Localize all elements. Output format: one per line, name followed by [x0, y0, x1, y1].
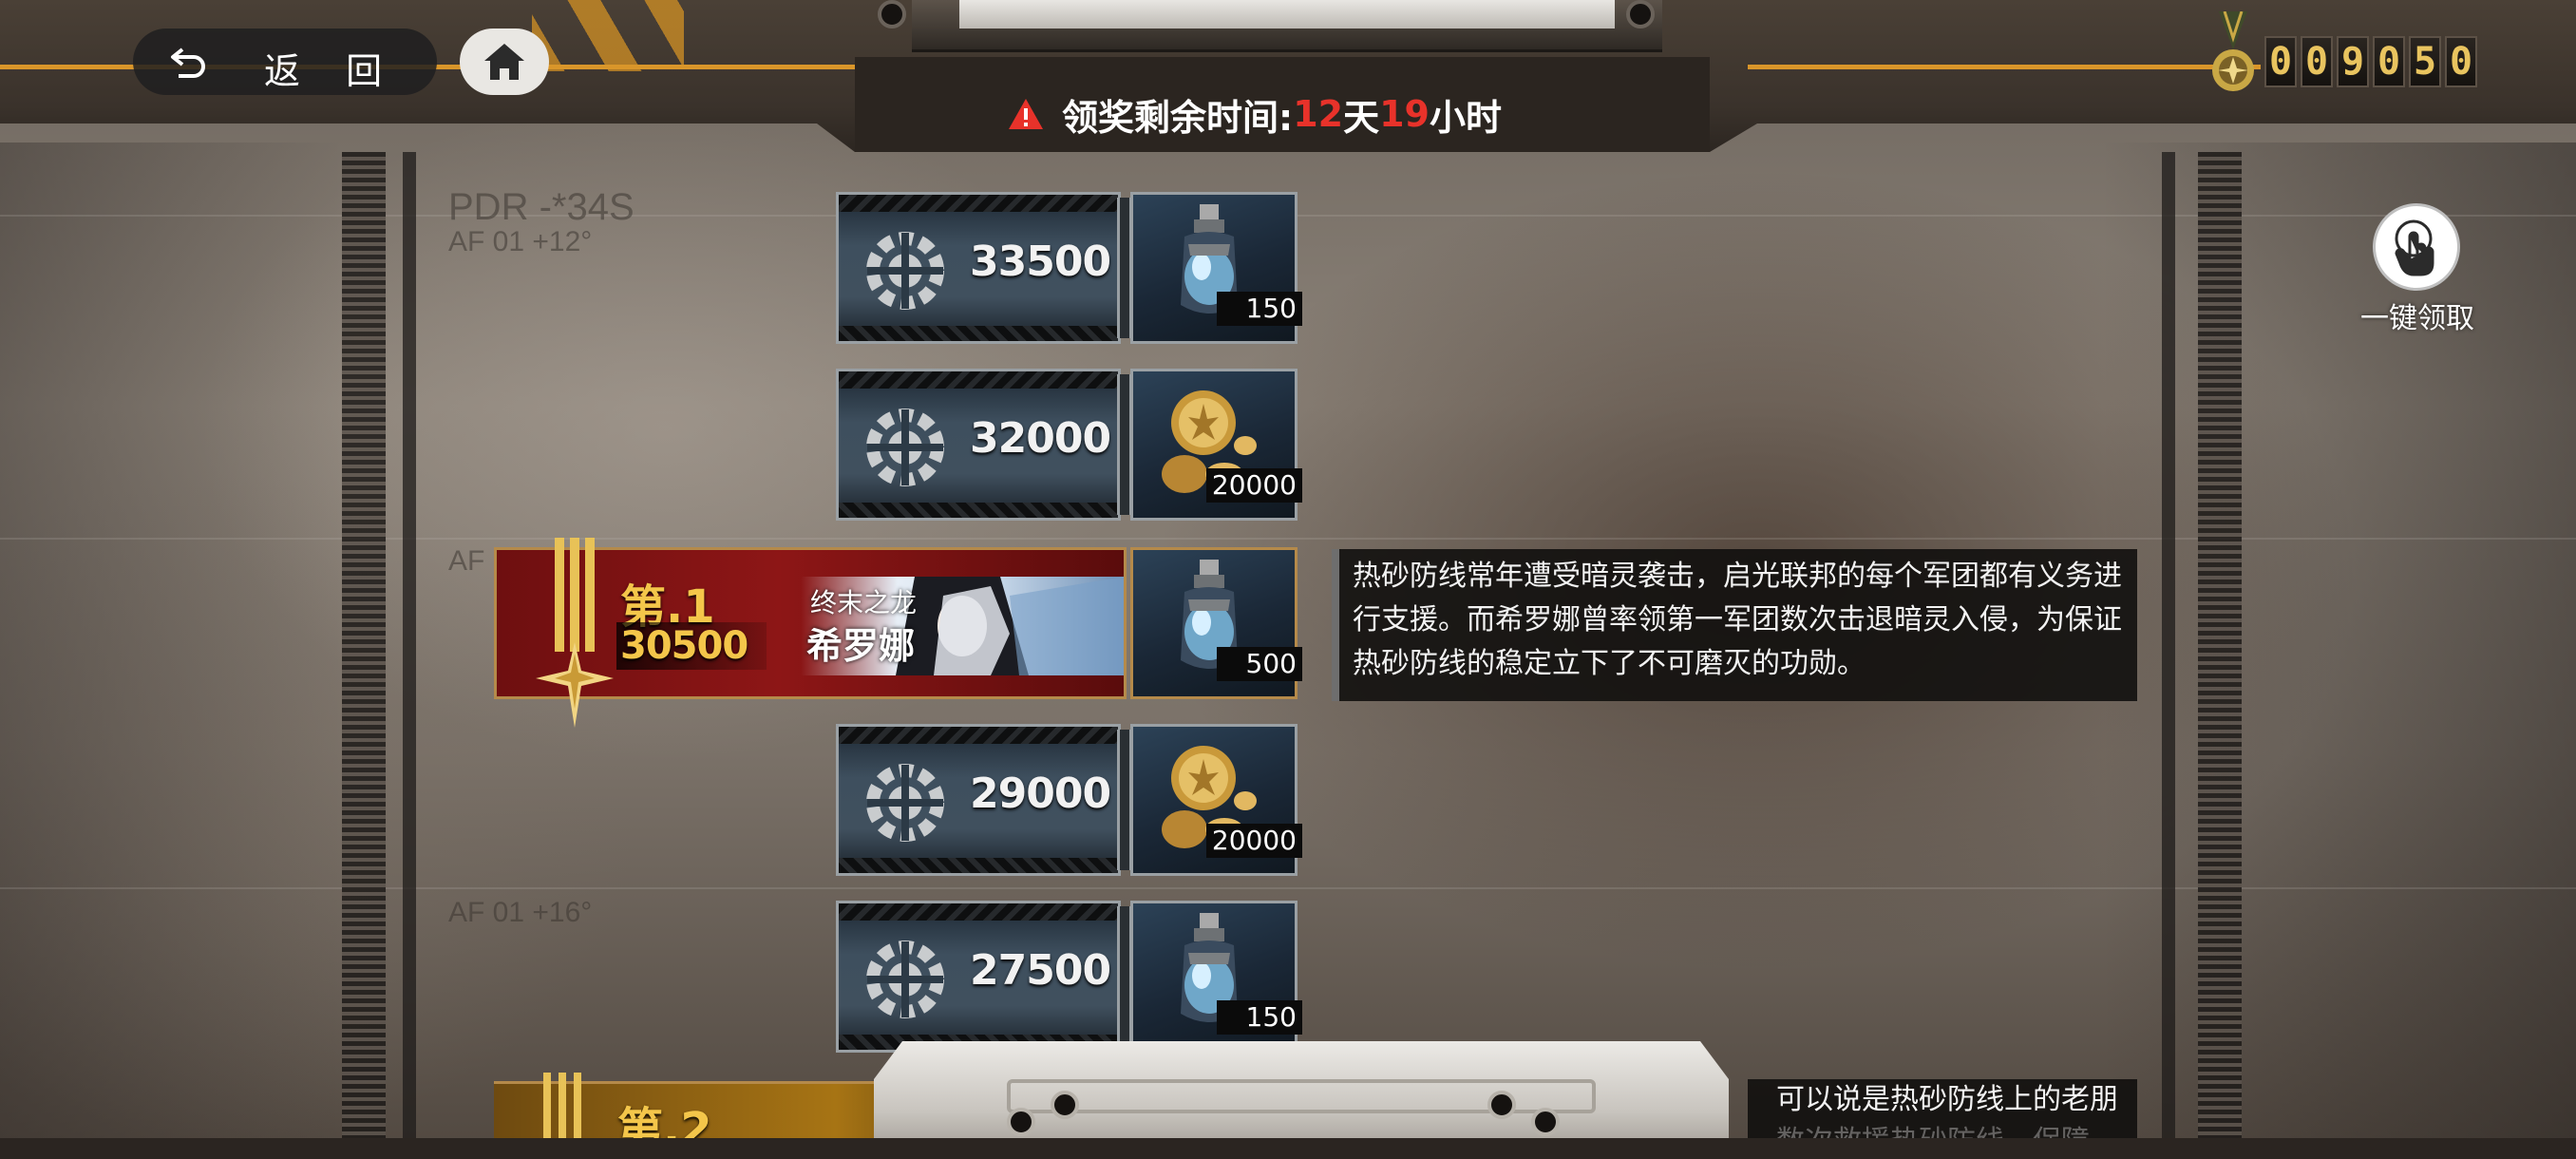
reward-threshold: 27500: [836, 901, 1121, 1053]
currency-digit: 0: [2264, 36, 2297, 87]
reward-quantity: 20000: [1205, 468, 1302, 503]
bolt: [1487, 1091, 1516, 1119]
gear-icon: [866, 940, 944, 1018]
currency-digit: 0: [2445, 36, 2477, 87]
background-text: AF 01 +16°: [448, 897, 593, 928]
claim-all-circle[interactable]: [2373, 203, 2460, 291]
background-line: [0, 887, 2576, 889]
tread-strip: [839, 903, 1118, 921]
background-text: AF 01 +12°: [448, 226, 593, 257]
bolt: [878, 0, 906, 28]
tap-hand-icon: [2395, 219, 2434, 276]
reward-item-slot[interactable]: 20000: [1130, 724, 1302, 876]
event-reward-screen: PDR -*34S AF 01 +12° AF AF 01 +16° 返 回 领…: [0, 0, 2576, 1159]
rank-score: 30500: [620, 624, 748, 668]
tread-strip: [839, 326, 1118, 341]
tread-strip: [839, 727, 1118, 744]
left-rail: [342, 152, 386, 1140]
top-clamp-plate: [959, 0, 1615, 28]
countdown-days-unit: 天: [1343, 96, 1380, 139]
countdown-days: 12: [1293, 93, 1344, 135]
reward-quantity: 150: [1217, 1000, 1302, 1035]
reward-countdown: 领奖剩余时间: 12 天 19 小时: [1007, 87, 1502, 141]
character-description: 热砂防线常年遭受暗灵袭击，启光联邦的每个军团都有义务进行支援。而希罗娜曾率领第一…: [1332, 549, 2137, 701]
reward-threshold-score: 33500: [970, 238, 1111, 286]
tread-strip: [839, 858, 1118, 873]
reward-item-slot[interactable]: 150: [1130, 192, 1302, 344]
gear-icon: [866, 408, 944, 486]
rank-reward-row[interactable]: 第.1 30500 终末之龙 希罗娜 500: [494, 538, 1302, 728]
gear-icon: [866, 764, 944, 842]
background-line: [0, 538, 2576, 540]
rank-score-plate: 30500: [616, 622, 767, 670]
background-shade-left: [0, 142, 342, 1159]
tread-strip: [839, 195, 1118, 212]
reward-row[interactable]: 32000 20000: [836, 369, 1302, 521]
currency-counter: 0 0 9 0 5 0: [2264, 36, 2477, 87]
reward-item-slot[interactable]: 150: [1130, 901, 1302, 1053]
home-icon: [484, 44, 524, 80]
bolt: [1051, 1091, 1079, 1119]
hazard-stripes: [532, 0, 684, 71]
back-label: 返 回: [264, 50, 400, 92]
reward-row[interactable]: 27500 150: [836, 901, 1302, 1053]
tread-strip: [839, 503, 1118, 518]
home-button[interactable]: [460, 28, 549, 95]
warning-icon: [1009, 99, 1043, 129]
character-subtitle: 终末之龙: [810, 587, 918, 618]
countdown-hours-unit: 小时: [1430, 96, 1503, 139]
claim-all-label: 一键领取: [2360, 302, 2474, 335]
reward-threshold-score: 32000: [970, 414, 1111, 463]
bolt: [1626, 0, 1655, 28]
reward-item-slot[interactable]: 20000: [1130, 369, 1302, 521]
reward-threshold: 29000: [836, 724, 1121, 876]
reward-row[interactable]: 29000 20000: [836, 724, 1302, 876]
background-text: PDR -*34S: [448, 186, 635, 228]
left-rail-bar: [403, 152, 416, 1140]
back-button[interactable]: 返 回: [133, 28, 437, 95]
reward-item-slot[interactable]: 500: [1130, 547, 1302, 699]
countdown-label: 领奖剩余时间:: [1062, 96, 1294, 139]
reward-threshold: 33500: [836, 192, 1121, 344]
character-name: 希罗娜: [806, 625, 916, 667]
description-line: 可以说是热砂防线上的老朋: [1776, 1083, 2118, 1116]
reward-quantity: 500: [1217, 647, 1302, 681]
reward-row[interactable]: 33500 150: [836, 192, 1302, 344]
right-rail: [2198, 152, 2242, 1140]
rank-medal-icon: [536, 538, 614, 728]
bolt: [1531, 1108, 1560, 1136]
medal-icon: [2212, 11, 2254, 91]
currency-digit: 9: [2337, 36, 2369, 87]
gear-icon: [866, 232, 944, 310]
bolt: [1007, 1108, 1035, 1136]
reward-quantity: 20000: [1205, 824, 1302, 858]
right-rail-bar: [2162, 152, 2175, 1140]
countdown-hours: 19: [1379, 93, 1430, 135]
reward-quantity: 150: [1217, 292, 1302, 326]
currency-digit: 0: [2373, 36, 2405, 87]
accent-line-right: [1748, 65, 2261, 69]
currency-digit: 5: [2409, 36, 2441, 87]
currency-digit: 0: [2301, 36, 2333, 87]
reward-threshold-score: 27500: [970, 946, 1111, 995]
background-text: AF: [448, 545, 485, 577]
bottom-frame: [0, 1138, 2576, 1159]
reward-threshold-score: 29000: [970, 770, 1111, 818]
claim-all-button[interactable]: 一键领取: [2356, 203, 2479, 346]
back-arrow-icon: [171, 48, 205, 78]
reward-threshold: 32000: [836, 369, 1121, 521]
tread-strip: [839, 371, 1118, 389]
